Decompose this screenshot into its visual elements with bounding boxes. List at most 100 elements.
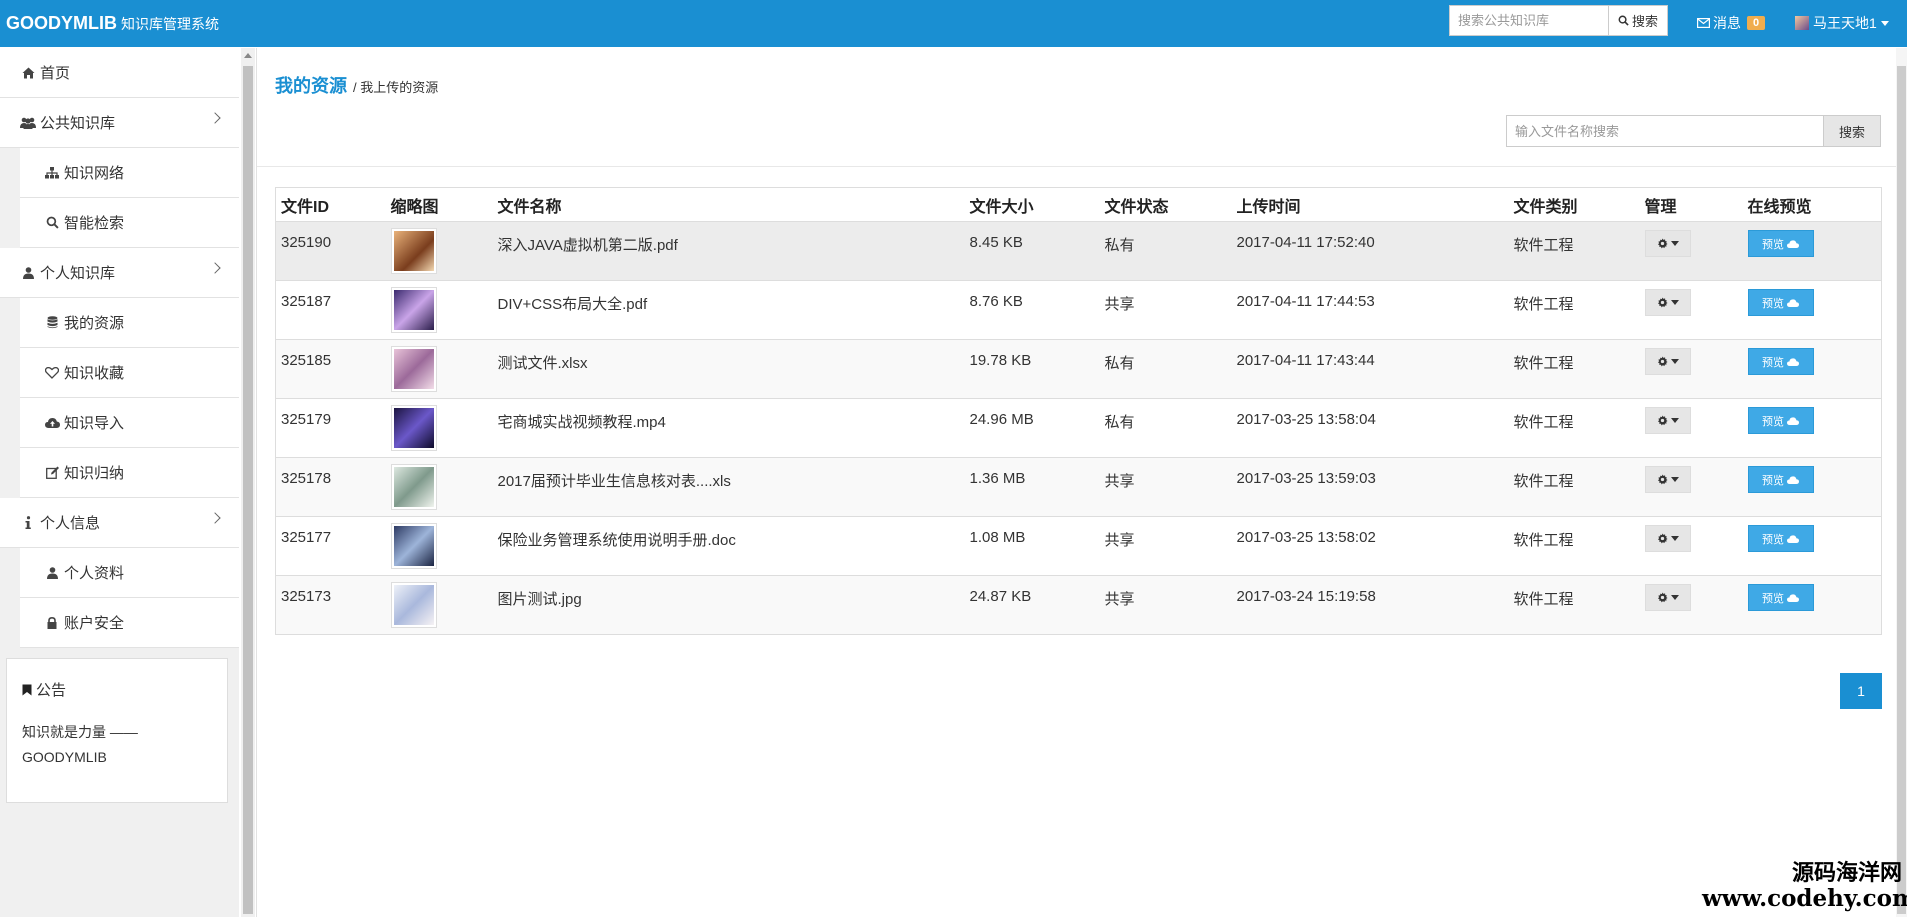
file-name[interactable]: DIV+CSS布局大全.pdf <box>492 280 965 340</box>
preview-button[interactable]: 预览 <box>1747 466 1814 493</box>
thumbnail-image[interactable] <box>390 346 437 392</box>
file-name[interactable]: 保险业务管理系统使用说明手册.doc <box>492 516 965 576</box>
sidebar-item-my-resources[interactable]: 我的资源 <box>20 298 239 348</box>
sidebar-item-smart-search[interactable]: 智能检索 <box>20 198 239 248</box>
gear-icon <box>1657 297 1668 308</box>
brand-name: GOODYMLIB <box>6 13 117 33</box>
thumbnail-image[interactable] <box>390 464 437 510</box>
info-icon <box>20 516 36 529</box>
preview-button[interactable]: 预览 <box>1747 584 1814 611</box>
preview-label: 预览 <box>1762 238 1784 251</box>
preview-cell: 预览 <box>1742 221 1882 281</box>
public-search-button[interactable]: 搜索 <box>1608 5 1668 36</box>
manage-dropdown-button[interactable] <box>1644 407 1691 434</box>
thumbnail-image[interactable] <box>390 228 437 274</box>
chevron-right-icon <box>209 112 221 124</box>
scroll-up-arrow-icon[interactable] <box>244 53 252 58</box>
thumbnail-image[interactable] <box>390 582 437 628</box>
top-navbar: GOODYMLIB知识库管理系统 搜索 消息 0 马王天地1 <box>0 0 1907 47</box>
file-category: 软件工程 <box>1508 398 1640 458</box>
sidebar-item-label: 账户安全 <box>64 615 125 632</box>
file-id: 325178 <box>275 457 386 517</box>
thumbnail-image[interactable] <box>390 523 437 569</box>
sidebar-menu: 首页 公共知识库 知识网络 智能检索 个人知识库 我的资源 知识收藏 知识导入 … <box>0 48 239 648</box>
manage-dropdown-button[interactable] <box>1644 348 1691 375</box>
sidebar-item-knowledge-network[interactable]: 知识网络 <box>20 148 239 198</box>
preview-button[interactable]: 预览 <box>1747 289 1814 316</box>
manage-dropdown-button[interactable] <box>1644 466 1691 493</box>
file-name[interactable]: 测试文件.xlsx <box>492 339 965 399</box>
messages-label: 消息 <box>1713 15 1741 31</box>
gear-icon <box>1657 238 1668 249</box>
upload-time: 2017-03-25 13:59:03 <box>1231 457 1509 517</box>
main-scrollbar-thumb[interactable] <box>1897 66 1906 914</box>
column-header: 在线预览 <box>1742 187 1882 222</box>
chevron-right-icon <box>209 512 221 524</box>
search-icon <box>1618 15 1629 26</box>
caret-down-icon <box>1670 241 1679 246</box>
user-icon <box>20 266 36 279</box>
cloud-icon <box>1787 357 1799 366</box>
sidebar-item-account-security[interactable]: 账户安全 <box>20 598 239 648</box>
cloud-icon <box>1787 475 1799 484</box>
file-name[interactable]: 图片测试.jpg <box>492 575 965 635</box>
database-icon <box>44 316 60 329</box>
sidebar-item-label: 个人知识库 <box>40 265 116 282</box>
file-size: 8.45 KB <box>964 221 1100 281</box>
brand-subtitle: 知识库管理系统 <box>121 16 219 32</box>
sidebar-scrollbar-thumb[interactable] <box>243 66 253 914</box>
notice-title: 公告 <box>22 679 212 700</box>
watermark-line2: www.codehy.com <box>1702 885 1907 912</box>
table-row: 325179 宅商城实战视频教程.mp4 24.96 MB 私有 2017-03-25 … <box>275 398 1882 458</box>
brand-logo[interactable]: GOODYMLIB 知识库管理系统 <box>6 13 219 34</box>
upload-time: 2017-04-11 17:43:44 <box>1231 339 1509 399</box>
pagination-page-1[interactable]: 1 <box>1840 673 1882 709</box>
sidebar-item-public-kb[interactable]: 公共知识库 <box>0 98 239 148</box>
gear-icon <box>1657 356 1668 367</box>
preview-button[interactable]: 预览 <box>1747 230 1814 257</box>
file-size: 19.78 KB <box>964 339 1100 399</box>
upload-time: 2017-04-11 17:52:40 <box>1231 221 1509 281</box>
preview-button[interactable]: 预览 <box>1747 525 1814 552</box>
user-menu[interactable]: 马王天地1 <box>1795 13 1889 33</box>
preview-label: 预览 <box>1762 415 1784 428</box>
thumbnail-cell <box>385 516 493 576</box>
sidebar-item-label: 公共知识库 <box>40 115 116 132</box>
preview-button[interactable]: 预览 <box>1747 348 1814 375</box>
sidebar-item-home[interactable]: 首页 <box>0 48 239 98</box>
file-name[interactable]: 2017届预计毕业生信息核对表....xls <box>492 457 965 517</box>
thumbnail-image[interactable] <box>390 287 437 333</box>
preview-cell: 预览 <box>1742 398 1882 458</box>
file-status: 私有 <box>1099 339 1232 399</box>
file-name[interactable]: 深入JAVA虚拟机第二版.pdf <box>492 221 965 281</box>
sidebar-item-import[interactable]: 知识导入 <box>20 398 239 448</box>
public-search-input[interactable] <box>1449 5 1609 36</box>
divider <box>257 166 1896 167</box>
file-id: 325177 <box>275 516 386 576</box>
bookmark-icon <box>22 684 32 695</box>
thumbnail-image[interactable] <box>390 405 437 451</box>
sidebar-item-summarize[interactable]: 知识归纳 <box>20 448 239 498</box>
sidebar-item-label: 知识收藏 <box>64 365 125 382</box>
sidebar-item-personal-info[interactable]: 个人信息 <box>0 498 239 548</box>
file-name[interactable]: 宅商城实战视频教程.mp4 <box>492 398 965 458</box>
file-size: 24.87 KB <box>964 575 1100 635</box>
sidebar: 首页 公共知识库 知识网络 智能检索 个人知识库 我的资源 知识收藏 知识导入 … <box>0 48 239 917</box>
sidebar-item-personal-kb[interactable]: 个人知识库 <box>0 248 239 298</box>
sidebar-item-favorites[interactable]: 知识收藏 <box>20 348 239 398</box>
sidebar-item-profile[interactable]: 个人资料 <box>20 548 239 598</box>
chevron-right-icon <box>209 262 221 274</box>
file-search-button[interactable]: 搜索 <box>1823 115 1881 147</box>
manage-dropdown-button[interactable] <box>1644 230 1691 257</box>
file-name-search-input[interactable] <box>1506 115 1824 147</box>
file-category: 软件工程 <box>1508 280 1640 340</box>
preview-button[interactable]: 预览 <box>1747 407 1814 434</box>
notice-title-text: 公告 <box>36 682 67 699</box>
manage-dropdown-button[interactable] <box>1644 289 1691 316</box>
thumbnail-cell <box>385 457 493 517</box>
messages-link[interactable]: 消息 0 <box>1697 13 1766 33</box>
manage-dropdown-button[interactable] <box>1644 525 1691 552</box>
file-status: 共享 <box>1099 575 1232 635</box>
manage-dropdown-button[interactable] <box>1644 584 1691 611</box>
preview-cell: 预览 <box>1742 516 1882 576</box>
